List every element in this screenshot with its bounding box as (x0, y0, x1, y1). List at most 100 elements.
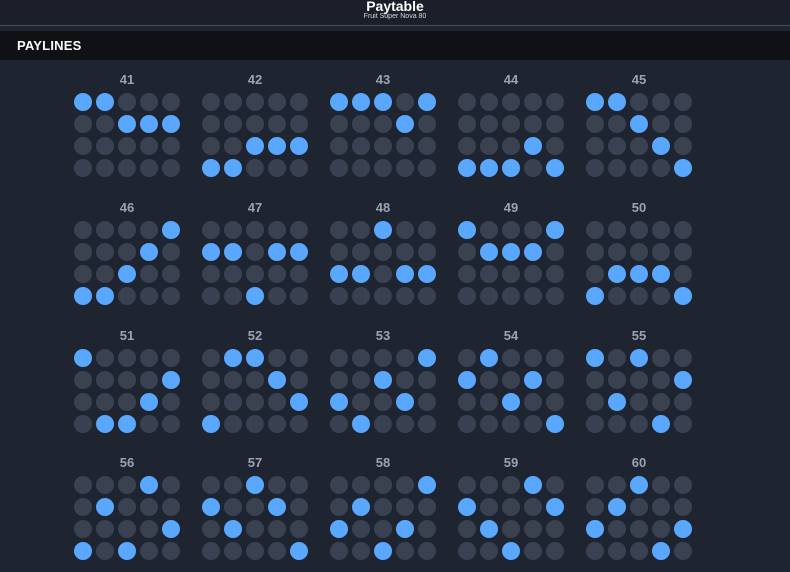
payline-dot (374, 520, 392, 538)
payline-dot (290, 520, 308, 538)
payline-dot-active (674, 159, 692, 177)
payline-dot-active (502, 243, 520, 261)
payline-dot-active (74, 93, 92, 111)
payline-dot-active (652, 415, 670, 433)
paylines-grid: 41 42 43 44 45 46 47 48 49 50 51 52 53 54 55 56 57 58 59 60 (0, 70, 790, 570)
payline-dot (352, 221, 370, 239)
payline-dot-active (546, 415, 564, 433)
payline-dot (330, 137, 348, 155)
payline-dot-active (418, 349, 436, 367)
payline-dot (374, 476, 392, 494)
payline-dot (502, 115, 520, 133)
payline-dot (246, 243, 264, 261)
payline-dot (524, 349, 542, 367)
payline-dot (374, 393, 392, 411)
payline-dot (418, 520, 436, 538)
payline-dot (374, 115, 392, 133)
payline-dot (674, 93, 692, 111)
payline-dot (96, 393, 114, 411)
payline-dot (140, 93, 158, 111)
payline-dot (352, 115, 370, 133)
payline-dot-active (674, 287, 692, 305)
payline-dot (162, 137, 180, 155)
payline-dot-active (140, 243, 158, 261)
payline-dot-active (502, 159, 520, 177)
payline-dot (630, 542, 648, 560)
payline-dot (162, 498, 180, 516)
payline-dot (74, 476, 92, 494)
payline-dot-active (202, 498, 220, 516)
payline-dot (118, 243, 136, 261)
payline-matrix (456, 93, 566, 177)
payline-dot-active (630, 115, 648, 133)
payline-matrix (456, 221, 566, 305)
payline-number: 51 (119, 328, 135, 343)
payline-dot (330, 349, 348, 367)
payline-dot (96, 159, 114, 177)
payline-dot (246, 159, 264, 177)
payline-dot (96, 243, 114, 261)
payline-dot (652, 159, 670, 177)
payline-dot (458, 287, 476, 305)
payline-dot (418, 393, 436, 411)
payline-dot-active (524, 476, 542, 494)
payline-dot (268, 265, 286, 283)
payline-dot (630, 415, 648, 433)
payline-dot (140, 265, 158, 283)
payline-dot (396, 221, 414, 239)
payline-dot (246, 221, 264, 239)
payline-number: 44 (503, 72, 519, 87)
payline-dot (118, 371, 136, 389)
payline-dot (246, 415, 264, 433)
payline-dot (224, 287, 242, 305)
payline-dot (162, 159, 180, 177)
payline-dot (74, 371, 92, 389)
payline-dot-active (458, 221, 476, 239)
payline-number: 56 (119, 455, 135, 470)
payline-dot-active (96, 498, 114, 516)
payline-dot (162, 542, 180, 560)
payline-dot (630, 93, 648, 111)
payline-dot (224, 221, 242, 239)
page-title: Paytable (366, 0, 424, 14)
payline-dot (480, 371, 498, 389)
payline-dot (352, 371, 370, 389)
payline-dot (162, 393, 180, 411)
payline-dot-active (330, 520, 348, 538)
payline-dot-active (74, 349, 92, 367)
payline-dot-active (352, 415, 370, 433)
payline-dot-active (162, 520, 180, 538)
payline-dot-active (224, 159, 242, 177)
payline-dot-active (202, 159, 220, 177)
payline-number: 55 (631, 328, 647, 343)
payline-dot-active (224, 520, 242, 538)
payline-43: 43 (328, 70, 438, 177)
payline-dot (502, 349, 520, 367)
payline-dot (374, 498, 392, 516)
payline-dot (268, 287, 286, 305)
payline-matrix (328, 93, 438, 177)
payline-dot (630, 520, 648, 538)
payline-dot (674, 243, 692, 261)
payline-matrix (200, 349, 310, 433)
payline-dot (674, 415, 692, 433)
payline-dot (330, 243, 348, 261)
payline-dot-active (268, 243, 286, 261)
payline-dot (396, 93, 414, 111)
payline-dot (224, 371, 242, 389)
payline-dot (140, 221, 158, 239)
payline-dot (586, 115, 604, 133)
payline-dot (546, 542, 564, 560)
payline-dot (246, 93, 264, 111)
payline-dot-active (352, 265, 370, 283)
payline-dot (652, 498, 670, 516)
payline-number: 42 (247, 72, 263, 87)
payline-dot-active (290, 137, 308, 155)
payline-dot (608, 349, 626, 367)
payline-dot-active (202, 415, 220, 433)
payline-dot-active (524, 243, 542, 261)
payline-dot (352, 159, 370, 177)
payline-dot (268, 159, 286, 177)
payline-dot (480, 476, 498, 494)
payline-dot (674, 393, 692, 411)
